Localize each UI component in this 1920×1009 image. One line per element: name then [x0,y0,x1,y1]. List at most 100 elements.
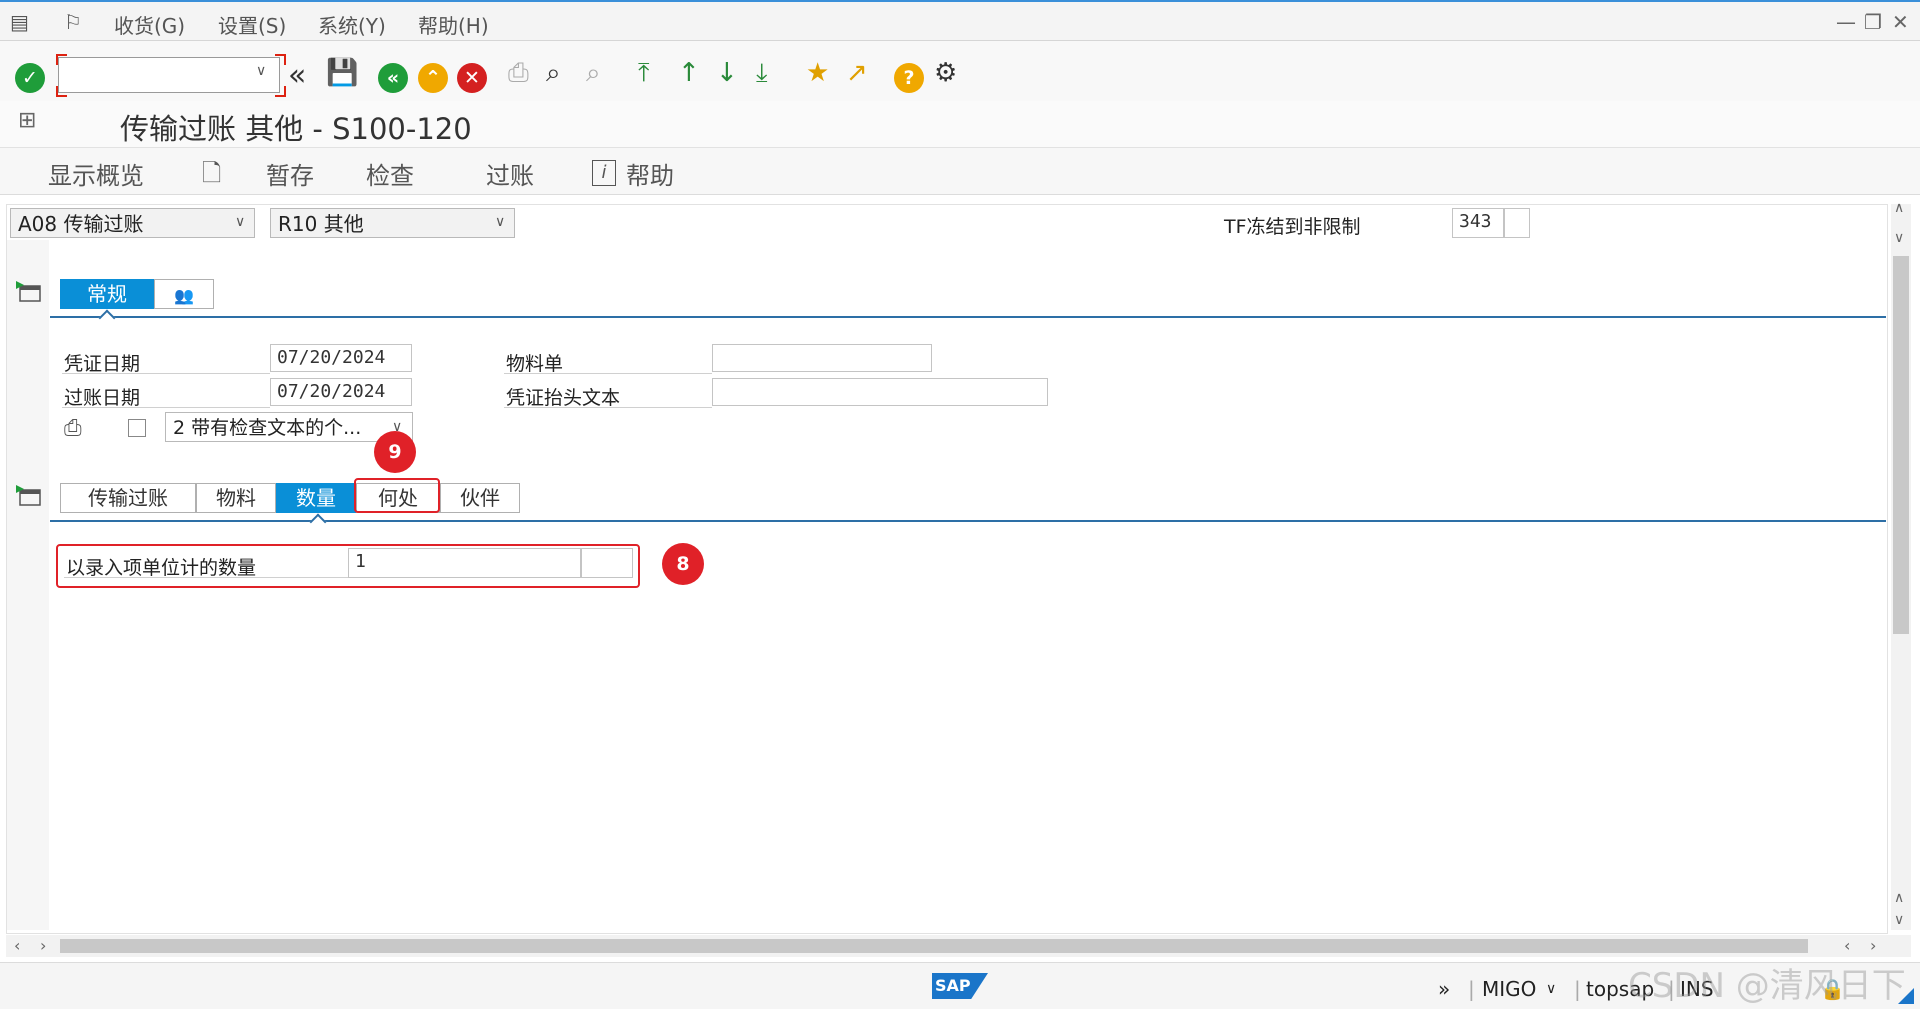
unit-of-entry-field[interactable] [581,548,633,578]
quantity-field[interactable]: 1 [348,548,581,578]
tab-partner[interactable]: 伙伴 [440,483,520,513]
last-page-icon[interactable]: ⤓ [756,58,768,89]
header-tab-rule [50,316,1886,318]
menu-bar: ▤ ⚐ 收货(G) 设置(S) 系统(Y) 帮助(H) — ❐ ✕ [0,2,1920,41]
posting-date-label: 过账日期 [64,387,141,409]
print-version-value: 2 带有检查文本的个... [173,417,362,439]
cancel-icon[interactable]: ✕ [457,63,487,93]
movement-type-field[interactable]: 343 [1452,208,1504,238]
menu-icon[interactable]: ▤ [10,10,29,34]
menu-help[interactable]: 帮助(H) [418,10,489,39]
posting-date-field[interactable]: 07/20/2024 [270,378,412,406]
layout-menu-icon[interactable]: ⊞ [18,108,36,133]
tab-partner-label: 伙伴 [460,486,500,510]
scroll-left-icon[interactable]: ‹ [1844,936,1850,955]
transaction-select[interactable]: A08 传输过账 [10,208,255,238]
posting-date-value: 07/20/2024 [277,381,386,402]
material-slip-label: 物料单 [506,353,564,375]
scroll-down-icon[interactable]: ∨ [1894,230,1904,246]
info-icon[interactable]: i [592,160,616,186]
chevron-down-icon[interactable]: ∨ [235,214,245,230]
focus-corner-icon [275,54,286,65]
document-date-label: 凭证日期 [64,353,141,375]
print-version-select[interactable]: 2 带有检查文本的个... [165,412,413,442]
print-icon[interactable]: ⎙ [508,58,529,89]
movement-type-indicator-field[interactable] [1504,208,1530,238]
focus-corner-icon [275,86,286,97]
previous-page-icon[interactable]: ↑ [678,58,700,88]
tab-general-label: 常规 [87,282,127,306]
reference-select[interactable]: R10 其他 [270,208,515,238]
menu-settings[interactable]: 设置(S) [218,10,286,39]
help-button[interactable]: 帮助 [626,156,674,191]
close-window-icon[interactable]: ✕ [1892,10,1909,34]
scroll-right-icon[interactable]: › [1870,936,1876,955]
shortcut-icon[interactable]: ↗ [846,58,868,88]
create-session-icon[interactable]: ★ [806,58,829,88]
help-icon[interactable]: ? [894,63,924,93]
double-chevron-left-icon[interactable]: « [288,58,306,93]
menu-system[interactable]: 系统(Y) [318,10,386,39]
tab-quantity-label: 数量 [296,486,336,510]
collapse-item-icon[interactable] [16,485,42,507]
status-expand-icon[interactable]: » [1438,977,1450,1001]
restore-icon[interactable]: ❐ [1864,10,1882,34]
chevron-down-icon[interactable]: ∨ [495,214,505,230]
status-transaction[interactable]: MIGO [1482,977,1536,1001]
minimize-icon[interactable]: — [1836,10,1856,34]
movement-type-label: TF冻结到非限制 [1224,216,1361,238]
next-page-icon[interactable]: ↓ [716,58,738,88]
quantity-value: 1 [355,551,366,572]
display-overview-button[interactable]: 显示概览 [48,156,144,191]
chevron-down-icon[interactable]: ∨ [256,63,266,79]
tab-material[interactable]: 物料 [196,483,276,513]
post-button[interactable]: 过账 [486,156,534,191]
left-gutter [7,240,49,930]
hold-button[interactable]: 暂存 [266,156,314,191]
status-divider: | [1574,977,1581,1001]
first-page-icon[interactable]: ⤒ [638,58,650,89]
print-checkbox[interactable] [128,419,146,437]
tab-transfer-posting-label: 传输过账 [88,486,168,510]
tab-transfer-posting[interactable]: 传输过账 [60,483,196,513]
tab-material-label: 物料 [216,486,256,510]
save-icon[interactable]: 💾 [326,58,358,88]
find-next-icon[interactable]: ⌕ [586,58,601,89]
quantity-in-entry-unit-label: 以录入项单位计的数量 [66,557,257,579]
annotation-badge-8: 8 [662,543,704,585]
gear-icon[interactable]: ⚙ [934,58,957,88]
transaction-select-value: A08 传输过账 [18,212,144,236]
tab-partner-icon[interactable]: 👥 [154,279,214,309]
chevron-down-icon[interactable]: ∨ [1546,981,1556,997]
flag-icon[interactable]: ⚐ [64,10,82,34]
tab-quantity[interactable]: 数量 [276,483,356,513]
menu-goods-receipt[interactable]: 收货(G) [114,10,185,39]
command-field[interactable] [58,57,280,93]
movement-type-value: 343 [1459,211,1492,232]
enter-check-icon[interactable]: ✓ [15,63,45,93]
scroll-right-icon[interactable]: › [40,936,46,955]
document-icon[interactable]: 🗋 [202,156,221,197]
horizontal-scroll-thumb[interactable] [60,939,1808,953]
scroll-left-icon[interactable]: ‹ [14,936,20,955]
scroll-up-icon[interactable]: ∧ [1894,200,1904,216]
vertical-scroll-thumb[interactable] [1893,256,1909,634]
collapse-header-icon[interactable] [16,281,42,303]
page-title: 传输过账 其他 - S100-120 [120,112,472,146]
label-underline [504,373,712,374]
exit-icon[interactable]: ⌃ [418,63,448,93]
scroll-down-icon[interactable]: ∨ [1894,912,1904,928]
document-header-text-label: 凭证抬头文本 [506,387,621,409]
tab-general[interactable]: 常规 [60,279,154,309]
scroll-up-icon[interactable]: ∧ [1894,890,1904,906]
check-button[interactable]: 检查 [366,156,414,191]
document-header-text-field[interactable] [712,378,1048,406]
back-icon[interactable]: « [378,63,408,93]
label-underline [64,577,348,578]
find-icon[interactable]: ⌕ [546,58,561,89]
document-date-value: 07/20/2024 [277,347,386,368]
label-underline [504,407,712,408]
material-slip-field[interactable] [712,344,932,372]
focus-corner-icon [56,54,67,65]
document-date-field[interactable]: 07/20/2024 [270,344,412,372]
